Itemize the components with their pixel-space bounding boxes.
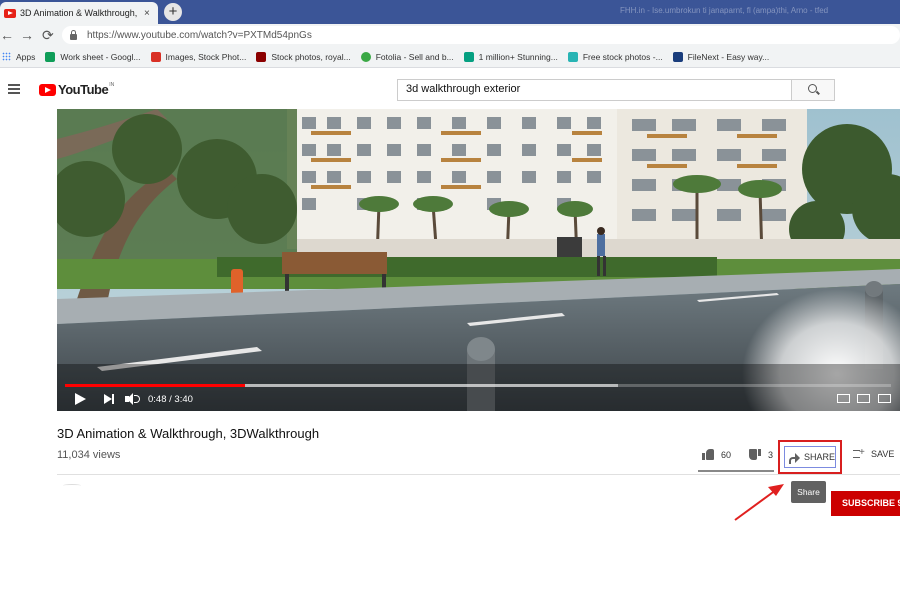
images-icon bbox=[150, 51, 161, 62]
bookmark-work-sheet[interactable]: Work sheet - Googl... bbox=[45, 51, 141, 62]
share-arrow-icon bbox=[789, 452, 800, 464]
youtube-play-icon bbox=[39, 83, 56, 96]
new-tab-button[interactable]: + bbox=[164, 3, 182, 21]
share-button[interactable]: SHARE bbox=[784, 446, 836, 468]
view-count: 11,034 views bbox=[57, 449, 121, 461]
pexels-icon bbox=[463, 51, 474, 62]
time-display: 0:48 / 3:40 bbox=[148, 394, 193, 405]
bookmark-label: Apps bbox=[16, 51, 36, 62]
bookmark-filenext[interactable]: FileNext - Easy way... bbox=[672, 51, 770, 62]
tab-title: 3D Animation & Walkthrough, 3D bbox=[20, 8, 138, 18]
thumbs-up-icon bbox=[702, 449, 714, 460]
bookmark-label: Work sheet - Googl... bbox=[60, 51, 141, 62]
window-title-ghost: FHH.in - Ise.umbrokun ti janaparnt, fl (… bbox=[620, 6, 829, 15]
next-video-icon[interactable] bbox=[104, 394, 116, 404]
bookmarks-bar: Apps Work sheet - Googl... Images, Stock… bbox=[0, 46, 900, 68]
progress-fill bbox=[65, 384, 246, 387]
dislike-button[interactable]: 3 bbox=[749, 449, 773, 460]
play-icon[interactable] bbox=[75, 393, 86, 405]
video-title: 3D Animation & Walkthrough, 3DWalkthroug… bbox=[57, 426, 320, 441]
youtube-logo[interactable]: YouTube IN bbox=[39, 82, 114, 97]
video-frame bbox=[57, 109, 900, 411]
like-count: 60 bbox=[721, 449, 732, 460]
subscribe-button[interactable]: SUBSCRIBE 9 bbox=[831, 491, 900, 516]
dislike-count: 3 bbox=[768, 449, 774, 460]
free-photos-icon bbox=[567, 51, 578, 62]
sheets-icon bbox=[45, 51, 56, 62]
bookmark-label: Stock photos, royal... bbox=[271, 51, 351, 62]
filenext-icon bbox=[672, 51, 683, 62]
save-button[interactable]: SAVE bbox=[853, 447, 895, 459]
search-button[interactable] bbox=[791, 79, 835, 101]
share-highlight-box: SHARE bbox=[778, 440, 842, 474]
volume-wave bbox=[134, 395, 140, 403]
bookmark-images[interactable]: Images, Stock Phot... bbox=[150, 51, 247, 62]
address-row: ← → ⟳ https://www.youtube.com/watch?v=PX… bbox=[0, 24, 900, 46]
bookmark-stock-photos[interactable]: Stock photos, royal... bbox=[256, 51, 351, 62]
browser-tab-youtube[interactable]: 3D Animation & Walkthrough, 3D × bbox=[0, 2, 158, 24]
fotolia-icon bbox=[360, 51, 371, 62]
browser-tab-strip: 3D Animation & Walkthrough, 3D × + FHH.i… bbox=[0, 0, 900, 24]
search-input[interactable]: 3d walkthrough exterior bbox=[397, 79, 792, 101]
like-button[interactable]: 60 bbox=[702, 449, 731, 460]
apps-grid-icon bbox=[2, 52, 11, 61]
youtube-favicon-icon bbox=[4, 8, 16, 18]
playlist-add-icon bbox=[853, 447, 865, 459]
forward-arrow-icon[interactable]: → bbox=[20, 26, 34, 44]
save-label: SAVE bbox=[871, 449, 895, 459]
search-icon bbox=[808, 84, 817, 93]
bookmark-label: FileNext - Easy way... bbox=[687, 51, 770, 62]
video-player[interactable]: 0:48 / 3:40 bbox=[57, 109, 900, 411]
bookmark-free-stock[interactable]: Free stock photos -... bbox=[567, 51, 663, 62]
bookmark-label: Images, Stock Phot... bbox=[165, 51, 247, 62]
bookmark-apps[interactable]: Apps bbox=[2, 52, 35, 62]
subtitles-icon[interactable] bbox=[837, 394, 850, 403]
back-arrow-icon[interactable]: ← bbox=[0, 26, 14, 44]
bookmark-fotolia[interactable]: Fotolia - Sell and b... bbox=[360, 51, 454, 62]
country-code: IN bbox=[109, 82, 115, 88]
divider bbox=[57, 474, 900, 475]
miniplayer-icon[interactable] bbox=[857, 394, 870, 403]
youtube-header: YouTube IN 3d walkthrough exterior bbox=[0, 69, 900, 109]
reload-icon[interactable]: ⟳ bbox=[42, 26, 54, 44]
address-bar[interactable]: https://www.youtube.com/watch?v=PXTMd54p… bbox=[62, 26, 900, 44]
thumbs-down-icon bbox=[749, 449, 761, 460]
bookmark-label: Fotolia - Sell and b... bbox=[375, 51, 454, 62]
stock-icon bbox=[256, 51, 267, 62]
volume-icon[interactable] bbox=[125, 393, 141, 405]
bookmark-pexels[interactable]: 1 million+ Stunning... bbox=[463, 51, 558, 62]
bookmark-label: Free stock photos -... bbox=[582, 51, 663, 62]
progress-bar[interactable] bbox=[65, 384, 891, 387]
bookmark-label: 1 million+ Stunning... bbox=[478, 51, 558, 62]
url-text: https://www.youtube.com/watch?v=PXTMd54p… bbox=[87, 29, 312, 41]
apartment-buildings bbox=[287, 109, 807, 254]
youtube-wordmark: YouTube bbox=[58, 82, 109, 97]
avatar bbox=[63, 484, 81, 487]
share-tooltip: Share bbox=[791, 481, 826, 503]
theater-mode-icon[interactable] bbox=[878, 394, 891, 403]
lock-icon bbox=[70, 29, 77, 40]
tab-close-icon[interactable]: × bbox=[144, 8, 150, 19]
menu-icon[interactable] bbox=[8, 84, 20, 94]
sentiment-bar bbox=[698, 470, 774, 472]
share-label: SHARE bbox=[803, 452, 835, 462]
